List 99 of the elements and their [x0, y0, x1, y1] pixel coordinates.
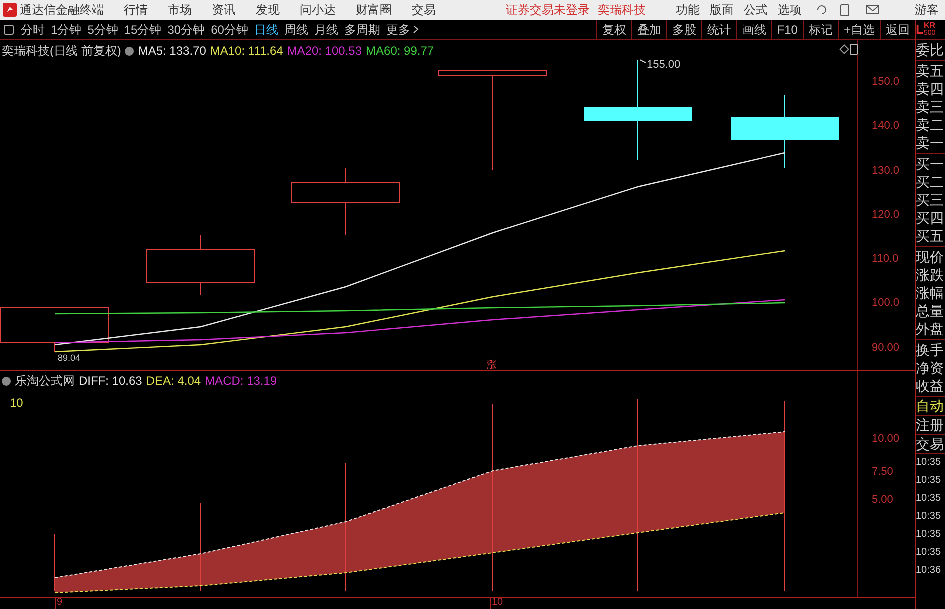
menu-item[interactable]: 交易 — [412, 1, 436, 19]
trade-time: 10:35 — [916, 528, 942, 542]
user-name[interactable]: 游客 — [915, 1, 939, 19]
app-logo-icon — [3, 3, 17, 17]
period-tab[interactable]: 更多 — [383, 20, 414, 38]
tool-button[interactable]: F10 — [771, 20, 803, 39]
axis-label: 130.0 — [872, 164, 900, 179]
tool-button[interactable]: 标记 — [802, 20, 838, 39]
quote-label: 涨幅 — [916, 284, 945, 302]
mail-icon[interactable] — [866, 5, 880, 15]
indicator-value: MA20: 100.53 — [287, 43, 362, 60]
menu-item[interactable]: 行情 — [124, 1, 148, 19]
quote-label: 换手 — [916, 341, 945, 359]
period-tab[interactable]: 15分钟 — [121, 20, 165, 38]
axis-label: 150.0 — [872, 75, 900, 90]
tool-button[interactable]: 叠加 — [631, 20, 666, 39]
chart-title: 奕瑞科技(日线 前复权) — [2, 43, 122, 60]
menu-item[interactable]: 发现 — [256, 1, 280, 19]
period-tab[interactable]: 分时 — [18, 20, 48, 38]
indicator-value: MA10: 111.64 — [210, 43, 284, 60]
tool-button[interactable]: 多股 — [666, 20, 702, 39]
axis-label: 5.00 — [872, 493, 894, 508]
panel-button[interactable]: 自动 — [916, 397, 945, 416]
menu-item[interactable]: 公式 — [744, 1, 768, 19]
quote-label: 卖三 — [916, 98, 945, 116]
login-status: 证券交易未登录 — [506, 2, 590, 19]
indicator-value: MACD: 13.19 — [205, 373, 278, 390]
quote-label: 买一 — [916, 155, 945, 173]
period-tab[interactable]: 周线 — [281, 20, 312, 38]
menu-item[interactable]: 功能 — [676, 1, 700, 19]
quote-label: 净资 — [916, 359, 945, 377]
quote-label: 买二 — [916, 173, 945, 191]
trade-time: 10:35 — [916, 456, 942, 470]
menu-item[interactable]: 选项 — [778, 1, 802, 19]
indicator-value: DIFF: 10.63 — [79, 373, 142, 390]
low-price-label: 89.04 — [58, 353, 81, 363]
chart-title: 乐淘公式网 — [15, 373, 75, 390]
trade-time: 10:35 — [916, 510, 942, 524]
panel-button[interactable]: 交易 — [916, 435, 945, 454]
refresh-icon[interactable] — [816, 4, 828, 16]
period-tab[interactable]: 5分钟 — [84, 20, 122, 38]
trade-time: 10:35 — [916, 492, 942, 506]
menu-item[interactable]: 财富圈 — [356, 1, 392, 19]
menu-item[interactable]: 市场 — [168, 1, 192, 19]
axis-label: 9 — [55, 597, 63, 609]
period-tab[interactable]: 1分钟 — [48, 20, 85, 38]
quote-label: 委比 — [916, 41, 945, 59]
high-price-label: 155.00 — [647, 58, 681, 73]
indicator-parameter: 10 — [10, 395, 24, 412]
stock-code: KR — [924, 22, 936, 30]
menu-item[interactable]: 资讯 — [212, 1, 236, 19]
quote-label: 卖一 — [916, 134, 945, 152]
indicator-value: DEA: 4.04 — [146, 373, 202, 390]
axis-label: 10.00 — [872, 432, 900, 447]
period-tab[interactable]: 多周期 — [341, 20, 384, 38]
period-tab[interactable]: 60分钟 — [208, 20, 252, 38]
axis-label: 100.0 — [872, 296, 900, 311]
menu-item[interactable]: 版面 — [710, 1, 734, 19]
axis-label: 10 — [490, 597, 504, 609]
tool-button[interactable]: 复权 — [596, 20, 632, 39]
leader-line — [640, 60, 646, 64]
phone-icon[interactable] — [840, 4, 850, 16]
quote-label: 卖四 — [916, 80, 945, 98]
quote-label: 卖五 — [916, 62, 945, 80]
panel-toggle-icon[interactable] — [4, 24, 14, 34]
axis-label: 120.0 — [872, 208, 900, 223]
quote-label: 外盘 — [916, 320, 945, 338]
quote-label: 卖二 — [916, 116, 945, 134]
quote-label: 涨跌 — [916, 266, 945, 284]
quote-label: 买三 — [916, 191, 945, 209]
axis-label: 110.0 — [872, 252, 899, 267]
chevron-right-icon[interactable] — [413, 25, 420, 34]
period-tab[interactable]: 30分钟 — [164, 20, 208, 38]
indicator-value: MA5: 133.70 — [138, 43, 206, 60]
panel-icon[interactable] — [850, 44, 858, 55]
tool-button[interactable]: 统计 — [701, 20, 736, 39]
menu-item[interactable]: 问小达 — [300, 1, 336, 19]
axis-label: 140.0 — [872, 119, 900, 134]
quote-label: 现价 — [916, 248, 945, 266]
quote-label: 买四 — [916, 209, 945, 227]
period-tab[interactable]: 月线 — [311, 20, 342, 38]
tool-button[interactable]: 返回 — [880, 20, 915, 39]
panel-button[interactable]: 注册 — [916, 416, 945, 435]
tool-button[interactable]: +自选 — [838, 20, 880, 39]
app-title: 通达信金融终端 — [20, 2, 104, 19]
market-letter: L — [916, 20, 924, 39]
quote-label: 总量 — [916, 302, 945, 320]
trade-time: 10:35 — [916, 546, 942, 560]
quote-label: 收益 — [916, 377, 945, 395]
period-tab[interactable]: 日线 — [251, 20, 282, 38]
quote-label: 买五 — [916, 227, 945, 245]
trade-time: 10:36 — [916, 564, 942, 578]
trade-time: 10:35 — [916, 474, 942, 488]
indicator-value: MA60: 99.77 — [366, 43, 434, 60]
rise-marker: 涨 — [487, 358, 497, 373]
stock-name[interactable]: 奕瑞科技 — [598, 1, 646, 19]
tool-button[interactable]: 画线 — [736, 20, 772, 39]
axis-label: 7.50 — [872, 465, 894, 480]
axis-label: 90.00 — [872, 341, 900, 356]
